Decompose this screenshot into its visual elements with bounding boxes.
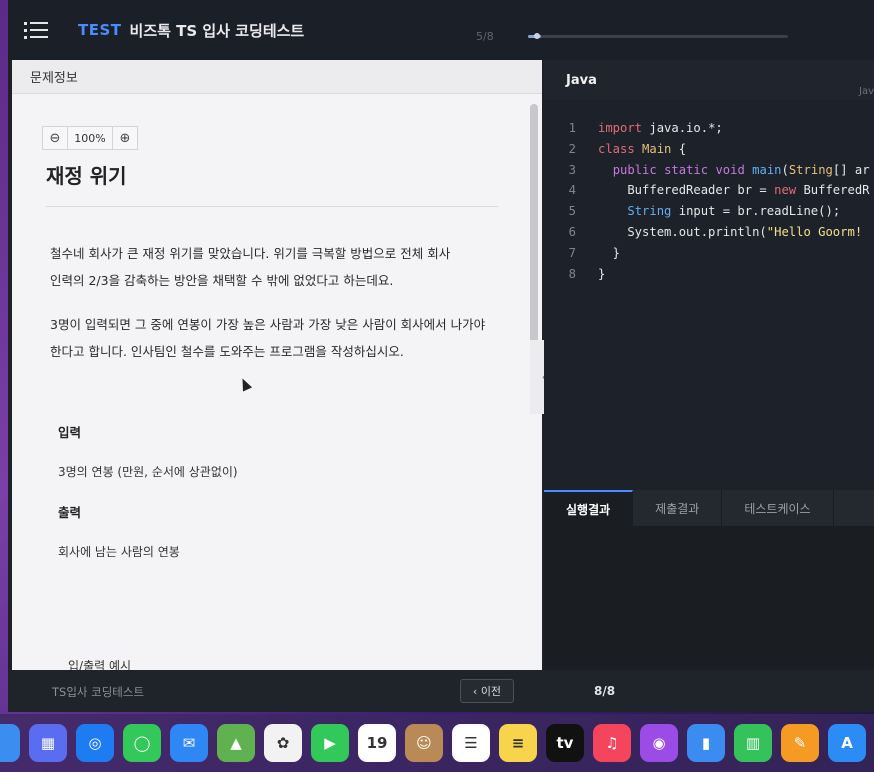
tab-run-result[interactable]: 실행결과 [544,490,634,526]
example-heading: 입/출력 예시 [68,659,132,670]
finder-icon[interactable] [0,724,20,762]
problem-title: 재정 위기 [46,164,127,188]
code-line: 4 BufferedReader br = new BufferedR [544,180,870,201]
calendar-icon[interactable]: 19 [358,724,396,762]
footer-bar: TS입사 코딩테스트 ‹ 이전 8/8 [8,670,874,712]
zoom-control: ⊖ 100% ⊕ [42,126,138,150]
input-heading: 입력 [58,425,82,440]
output-description: 회사에 남는 사람의 연봉 [58,545,180,559]
app-store-icon[interactable]: A [828,724,866,762]
macos-dock: ▦ ◎ ◯ ✉ ▲ ✿ ▶ 19 ☺ ☰ ≡ tv ♫ ◉ ▮ ▥ ✎ A [0,714,874,772]
results-panel: 실행결과 제출결과 테스트케이스 [544,490,874,670]
facetime-icon[interactable]: ▶ [311,724,349,762]
progress-marker [534,33,540,39]
code-line: 8} [544,264,870,285]
zoom-out-icon[interactable]: ⊖ [43,127,67,149]
line-number: 7 [568,245,576,260]
menu-icon[interactable] [24,21,64,39]
line-number: 4 [568,183,576,198]
code-line: 3 public static void main(String[] ar [544,160,870,181]
progress-bar [528,35,788,38]
code-line: 2 class Main { [544,139,870,160]
mail-icon[interactable]: ✉ [170,724,208,762]
language-select[interactable]: Jav [859,86,874,97]
description-line: 3명이 입력되면 그 중에 연봉이 가장 높은 사람과 가장 낮은 사람이 회사… [50,317,486,332]
tab-test-cases[interactable]: 테스트케이스 [722,490,834,526]
podcasts-icon[interactable]: ◉ [640,724,678,762]
apple-tv-icon[interactable]: tv [546,724,584,762]
description-line: 인력의 2/3을 감축하는 방안을 채택할 수 밖에 없었다고 하는데요. [50,273,394,288]
keynote-icon[interactable]: ▮ [687,724,725,762]
footer-brand: TS입사 코딩테스트 [52,685,145,699]
music-icon[interactable]: ♫ [593,724,631,762]
language-label[interactable]: Java [566,73,597,88]
results-tabs: 실행결과 제출결과 테스트케이스 [544,490,874,526]
mouse-cursor-icon [237,376,253,392]
code-line: 6 System.out.println("Hello Goorm! [544,222,870,243]
line-number: 5 [568,204,576,219]
reminders-icon[interactable]: ☰ [452,724,490,762]
code-area[interactable]: 1 import java.io.*; 2 class Main { 3 publi… [544,118,870,284]
line-number: 8 [568,266,576,281]
pages-icon[interactable]: ✎ [781,724,819,762]
code-line: 1 import java.io.*; [544,118,870,139]
test-label: TEST [78,21,122,39]
output-heading: 출력 [58,505,82,520]
contacts-icon[interactable]: ☺ [405,724,443,762]
exam-title: 비즈톡 TS 입사 코딩테스트 [129,21,305,40]
problem-panel-header: 문제정보 [12,60,542,94]
launchpad-icon[interactable]: ▦ [29,724,67,762]
page-indicator: 8/8 [594,684,616,698]
line-number: 2 [568,141,576,156]
code-line: 5 String input = br.readLine(); [544,201,870,222]
maps-icon[interactable]: ▲ [217,724,255,762]
problem-description-2: 3명이 입력되면 그 중에 연봉이 가장 높은 사람과 가장 낮은 사람이 회사… [50,311,500,365]
prev-button[interactable]: ‹ 이전 [460,679,514,703]
notes-icon[interactable]: ≡ [499,724,537,762]
photos-icon[interactable]: ✿ [264,724,302,762]
editor-tab-bar: Java Jav [544,60,874,100]
problem-panel: 문제정보 ⊖ 100% ⊕ 재정 위기 철수네 회사가 큰 재정 위기를 맞았습… [12,60,542,670]
code-line: 7 } [544,243,870,264]
line-number: 6 [568,224,576,239]
zoom-value: 100% [67,127,113,149]
browser-screen: TEST 비즈톡 TS 입사 코딩테스트 5/8 문제정보 ⊖ 100% ⊕ 재… [8,0,874,712]
problem-description-1: 철수네 회사가 큰 재정 위기를 맞았습니다. 위기를 극복할 방법으로 전체 … [50,240,500,294]
line-number: 1 [568,121,576,135]
tab-submit-result[interactable]: 제출결과 [633,490,723,526]
title-divider [46,206,498,207]
line-number: 3 [568,162,576,177]
problem-panel-title: 문제정보 [30,71,78,86]
numbers-icon[interactable]: ▥ [734,724,772,762]
description-line: 한다고 합니다. 인사팀인 철수를 도와주는 프로그램을 작성하십시오. [50,344,404,359]
safari-icon[interactable]: ◎ [76,724,114,762]
progress-text: 5/8 [476,30,494,43]
description-line: 철수네 회사가 큰 재정 위기를 맞았습니다. 위기를 극복할 방법으로 전체 … [50,246,451,261]
code-editor[interactable]: Java Jav 1 import java.io.*; 2 class Main … [544,60,874,490]
top-header: TEST 비즈톡 TS 입사 코딩테스트 5/8 [8,0,874,60]
input-description: 3명의 연봉 (만원, 순서에 상관없이) [58,465,238,479]
messages-icon[interactable]: ◯ [123,724,161,762]
zoom-in-icon[interactable]: ⊕ [113,127,137,149]
